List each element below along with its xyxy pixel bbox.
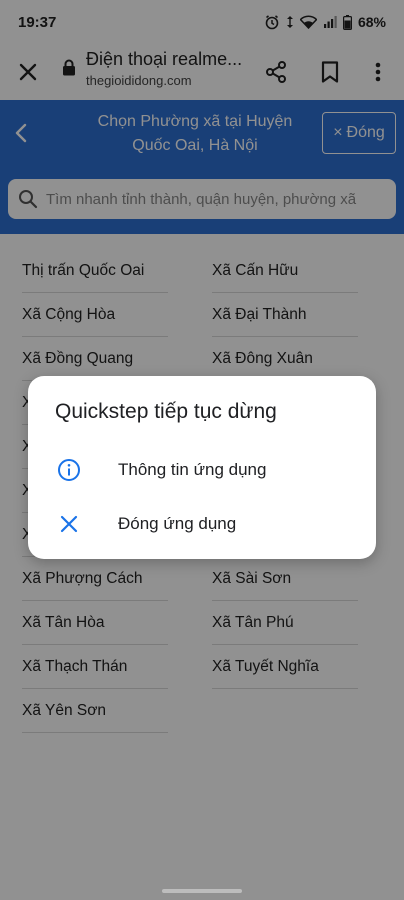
dialog-title: Quickstep tiếp tục dừng — [55, 400, 277, 423]
close-app-option[interactable]: Đóng ứng dụng — [28, 498, 376, 550]
app-info-option[interactable]: Thông tin ứng dụng — [28, 444, 376, 496]
info-icon — [56, 457, 82, 483]
close-icon — [56, 511, 82, 537]
home-indicator[interactable] — [162, 889, 242, 893]
app-stopped-dialog: Quickstep tiếp tục dừng Thông tin ứng dụ… — [28, 376, 376, 559]
app-info-label: Thông tin ứng dụng — [118, 460, 267, 479]
close-app-label: Đóng ứng dụng — [118, 514, 237, 533]
